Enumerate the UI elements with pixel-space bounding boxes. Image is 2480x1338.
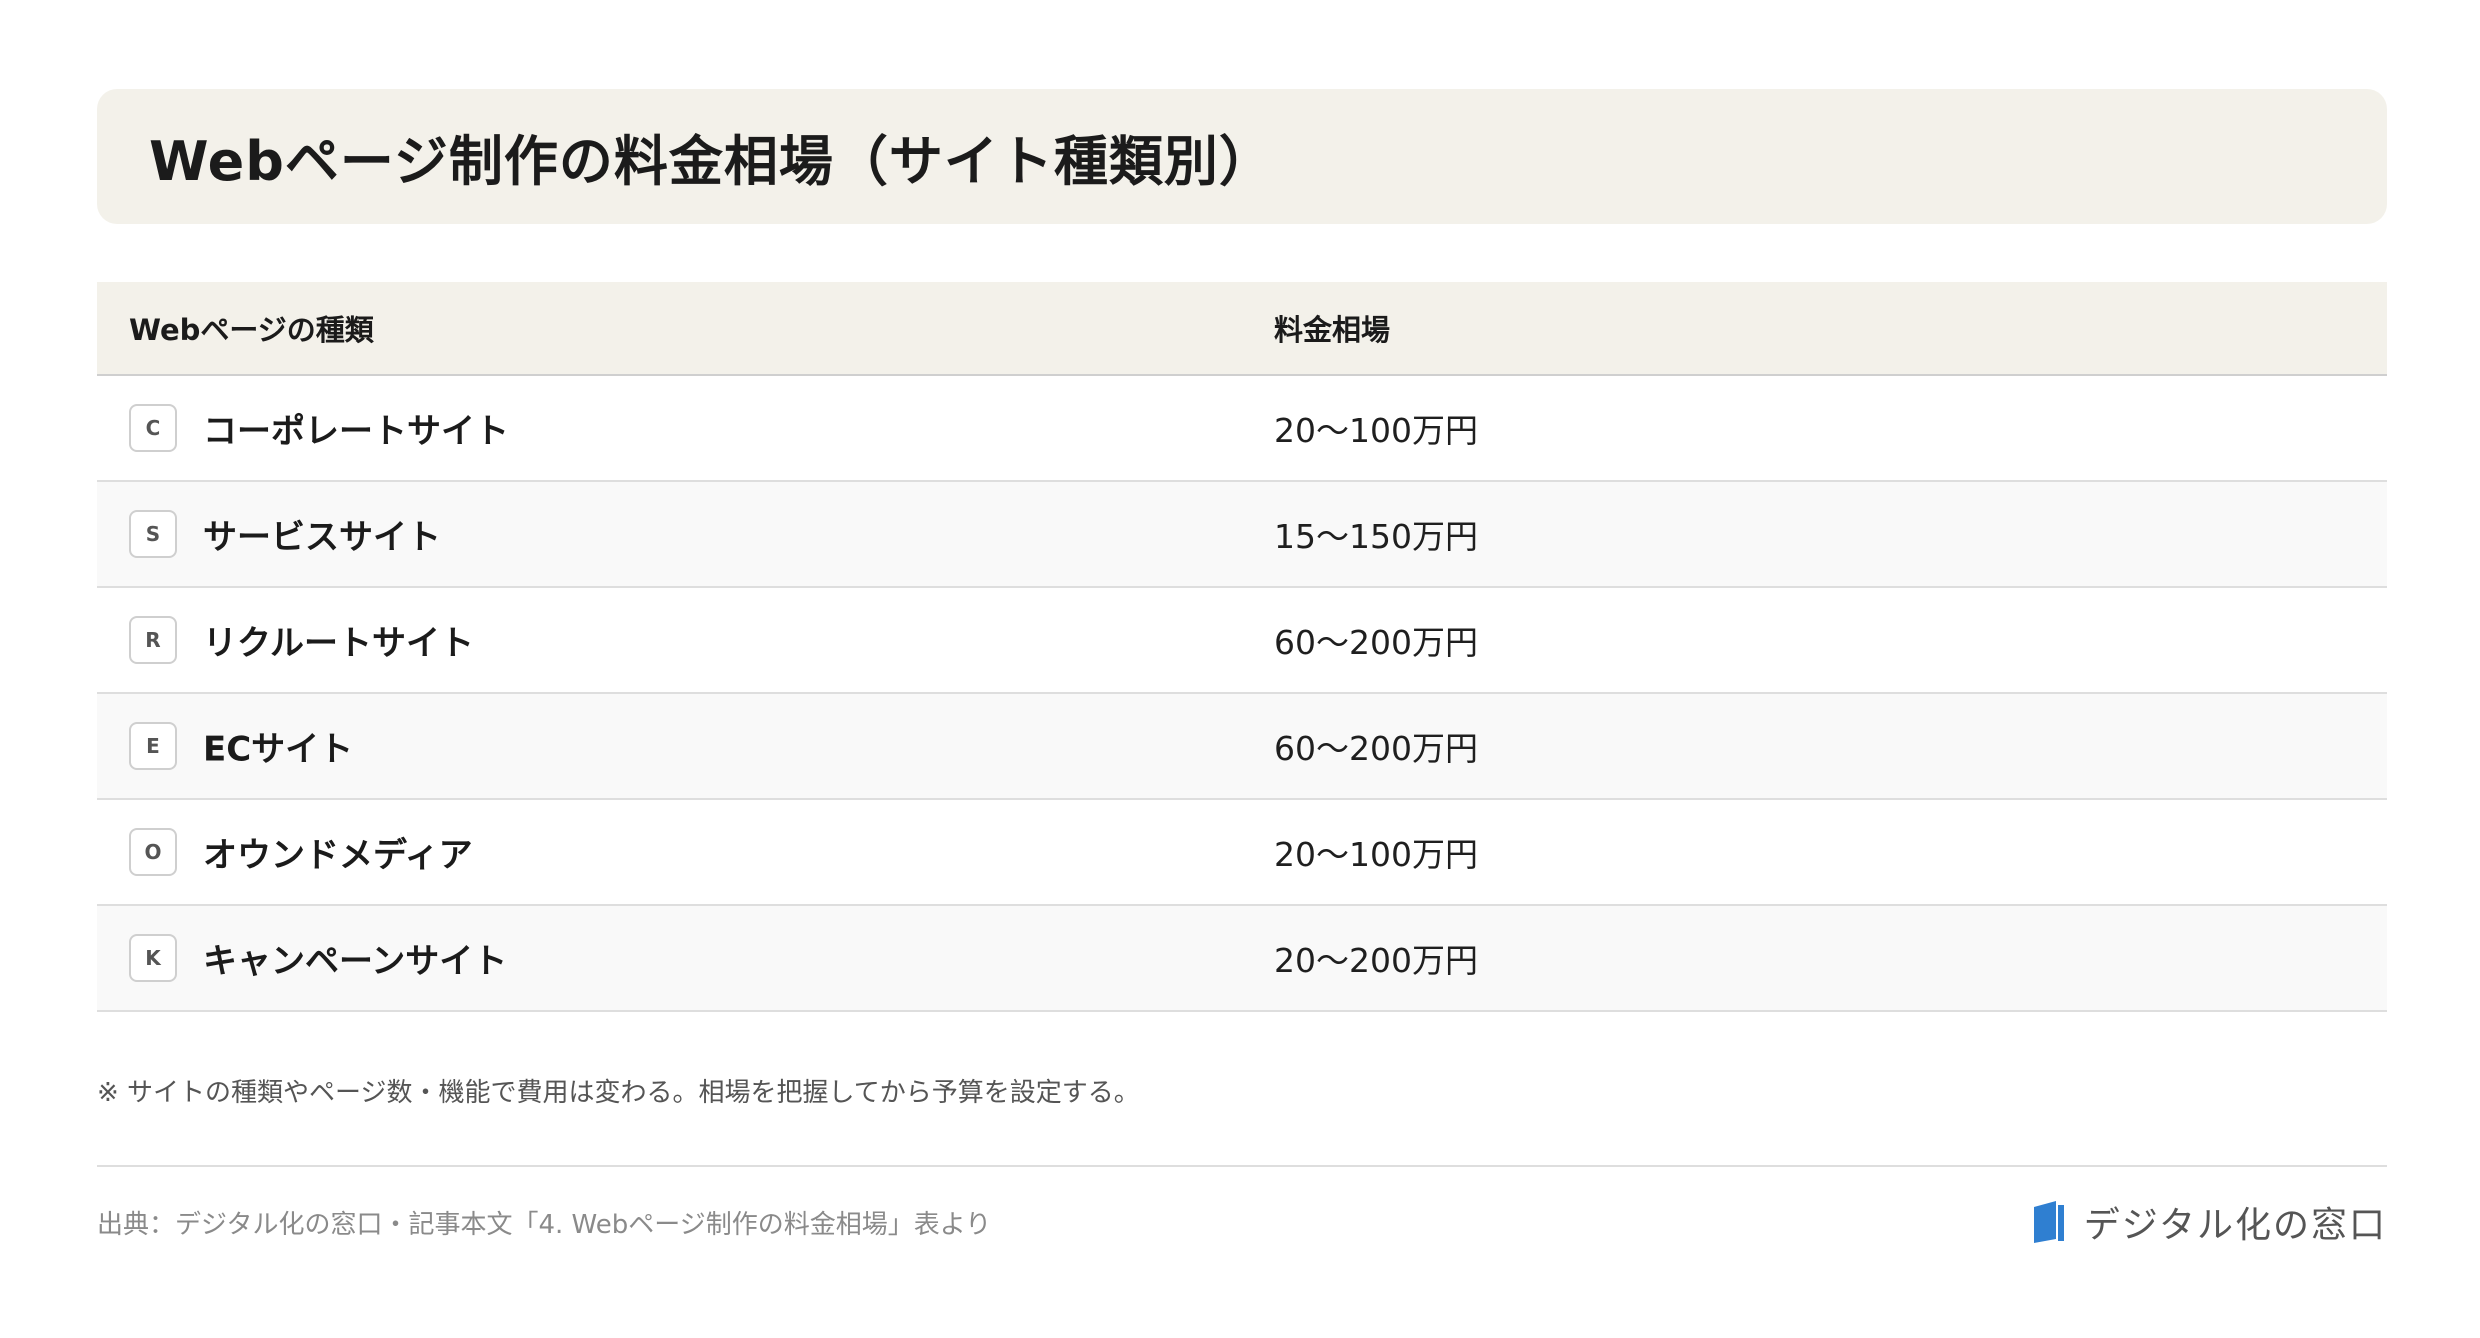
price-range: 60〜200万円 (1274, 623, 1478, 662)
book-logo-icon (2033, 1201, 2064, 1243)
price-range: 15〜150万円 (1274, 517, 1478, 556)
row-badge: R (129, 616, 177, 664)
site-type-name: オウンドメディア (203, 835, 473, 876)
row-badge: K (129, 934, 177, 982)
site-type-name: サービスサイト (203, 517, 441, 558)
table-row: S サービスサイト 15〜150万円 (97, 482, 2387, 588)
price-range: 20〜100万円 (1274, 835, 1478, 874)
row-badge: C (129, 404, 177, 452)
table-row: E ECサイト 60〜200万円 (97, 694, 2387, 800)
row-badge: E (129, 722, 177, 770)
title-banner: Webページ制作の料金相場（サイト種類別） (97, 89, 2387, 224)
page-title: Webページ制作の料金相場（サイト種類別） (149, 130, 1274, 193)
brand-logo: デジタル化の窓口 (2030, 1196, 2387, 1248)
row-badge: S (129, 510, 177, 558)
table-row: O オウンドメディア 20〜100万円 (97, 800, 2387, 906)
table-row: K キャンペーンサイト 20〜200万円 (97, 906, 2387, 1012)
table-row: R リクルートサイト 60〜200万円 (97, 588, 2387, 694)
header-site-type: Webページの種類 (129, 313, 374, 347)
source-citation: 出典：デジタル化の窓口・記事本文「4. Webページ制作の料金相場」表より (97, 1210, 992, 1240)
site-type-name: ECサイト (203, 729, 354, 770)
header-price: 料金相場 (1274, 313, 1391, 347)
table-row: C コーポレートサイト 20〜100万円 (97, 376, 2387, 482)
site-type-name: コーポレートサイト (203, 411, 509, 452)
site-type-name: リクルートサイト (203, 623, 474, 664)
row-badge: O (129, 828, 177, 876)
price-range: 60〜200万円 (1274, 729, 1478, 768)
price-range: 20〜200万円 (1274, 941, 1478, 980)
brand-name: デジタル化の窓口 (2083, 1205, 2387, 1246)
footer-divider (97, 1165, 2387, 1167)
table-header: Webページの種類 料金相場 (97, 282, 2387, 376)
footnote: ※ サイトの種類やページ数・機能で費用は変わる。相場を把握してから予算を設定する… (97, 1078, 1140, 1108)
price-table: Webページの種類 料金相場 C コーポレートサイト 20〜100万円 S サー… (97, 282, 2387, 1012)
price-range: 20〜100万円 (1274, 411, 1478, 450)
site-type-name: キャンペーンサイト (203, 941, 508, 982)
